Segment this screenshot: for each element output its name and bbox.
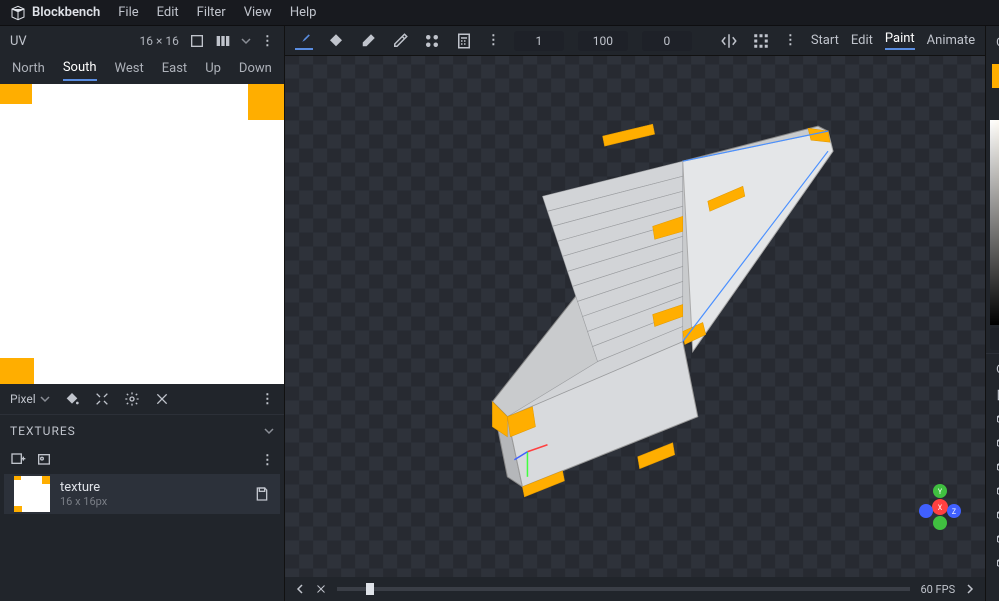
texture-size: 16 x 16px [60,495,244,508]
center-panel: ⋮ 1 100 0 ⋮ Start Edit Paint Animate [285,26,985,601]
fill-tool-icon[interactable] [327,32,345,50]
import-texture-icon[interactable] [36,452,52,468]
outliner-item[interactable]: cube [986,527,999,551]
left-panel: UV 16 × 16 ⋮ North South West East Up Do… [0,26,285,601]
app-name: Blockbench [32,5,100,20]
svg-text:X: X [938,504,943,512]
eyedropper-tool-icon[interactable] [391,32,409,50]
outliner-item[interactable]: cube [986,551,999,575]
uv-tools-menu-icon[interactable]: ⋮ [261,392,274,407]
mode-animate[interactable]: Animate [927,33,975,48]
svg-text:Z: Z [952,508,956,516]
uv-region [0,84,32,104]
outliner-item[interactable]: cube [986,503,999,527]
textures-menu-icon[interactable]: ⋮ [261,453,274,468]
uv-dimensions: 16 × 16 [139,34,178,48]
uv-label: UV [10,34,27,49]
grid-icon[interactable] [752,32,770,50]
viewport-3d[interactable]: Y Z X [285,56,985,577]
color-field[interactable] [990,120,999,325]
mode-start[interactable]: Start [811,33,839,48]
textures-title: TEXTURES [10,424,76,438]
save-texture-icon[interactable] [254,486,270,502]
titlebar: Blockbench File Edit Filter View Help [0,0,999,26]
menu-bar: File Edit Filter View Help [118,5,316,20]
chevron-down-icon[interactable] [241,36,251,46]
bucket-icon[interactable] [64,391,80,407]
texture-name: texture [60,480,244,495]
model-render [285,56,985,577]
close-icon[interactable] [315,583,327,595]
tools-menu-icon[interactable]: ⋮ [487,33,500,48]
view-menu-icon[interactable]: ⋮ [784,33,797,48]
face-up[interactable]: Up [205,61,221,80]
shape-tool-icon[interactable] [423,32,441,50]
menu-filter[interactable]: Filter [197,5,226,20]
axis-gizmo[interactable]: Y Z X [910,477,970,537]
chevron-left-icon[interactable] [295,584,305,594]
close-icon[interactable] [154,391,170,407]
uv-region [248,84,284,120]
outliner-list: cubecubecubecubecubecubecube [986,407,999,601]
menu-view[interactable]: View [244,5,272,20]
app-logo: Blockbench [10,5,100,21]
outliner-item[interactable]: cube [986,455,999,479]
chevron-right-icon[interactable] [965,584,975,594]
brush-tool-icon[interactable] [295,32,313,50]
menu-file[interactable]: File [118,5,138,20]
calculator-icon[interactable] [455,32,473,50]
brush-size[interactable]: 1 [514,31,564,51]
face-tabs: North South West East Up Down [0,56,284,84]
pixel-mode[interactable]: Pixel [10,392,50,406]
face-east[interactable]: East [162,61,187,80]
uv-menu-icon[interactable]: ⋮ [261,34,274,49]
uv-canvas[interactable] [0,84,284,384]
mirror-icon[interactable] [720,32,738,50]
hue-input[interactable]: 41 [990,328,999,350]
texture-item[interactable]: texture 16 x 16px [4,474,280,514]
face-south[interactable]: South [63,60,97,81]
face-down[interactable]: Down [239,61,272,80]
menu-help[interactable]: Help [290,5,317,20]
outliner-item[interactable]: cube [986,479,999,503]
viewport-toolbar: ⋮ 1 100 0 ⋮ Start Edit Paint Animate [285,26,985,56]
mode-paint[interactable]: Paint [885,31,915,50]
face-west[interactable]: West [115,61,144,80]
brush-softness[interactable]: 0 [642,31,692,51]
chevron-down-icon[interactable] [264,426,274,436]
outliner-item[interactable]: cube [986,407,999,431]
fullscreen-icon[interactable] [189,33,205,49]
uv-region [0,358,34,384]
gear-icon[interactable] [124,391,140,407]
color-swatch[interactable] [992,64,999,88]
menu-edit[interactable]: Edit [157,5,179,20]
mode-edit[interactable]: Edit [851,33,873,48]
viewport-bottom: 60 FPS [285,577,985,601]
timeline-slider[interactable] [337,587,911,591]
expand-icon[interactable] [94,391,110,407]
fps-display: 60 FPS [920,583,955,596]
brush-opacity[interactable]: 100 [578,31,628,51]
add-texture-icon[interactable] [10,452,26,468]
columns-icon[interactable] [215,33,231,49]
texture-thumbnail [14,476,50,512]
outliner-item[interactable]: cube [986,431,999,455]
eraser-tool-icon[interactable] [359,32,377,50]
face-north[interactable]: North [12,61,45,80]
right-panel: COLOR #ffae00 Picker Palette Both 41 100… [985,26,999,601]
